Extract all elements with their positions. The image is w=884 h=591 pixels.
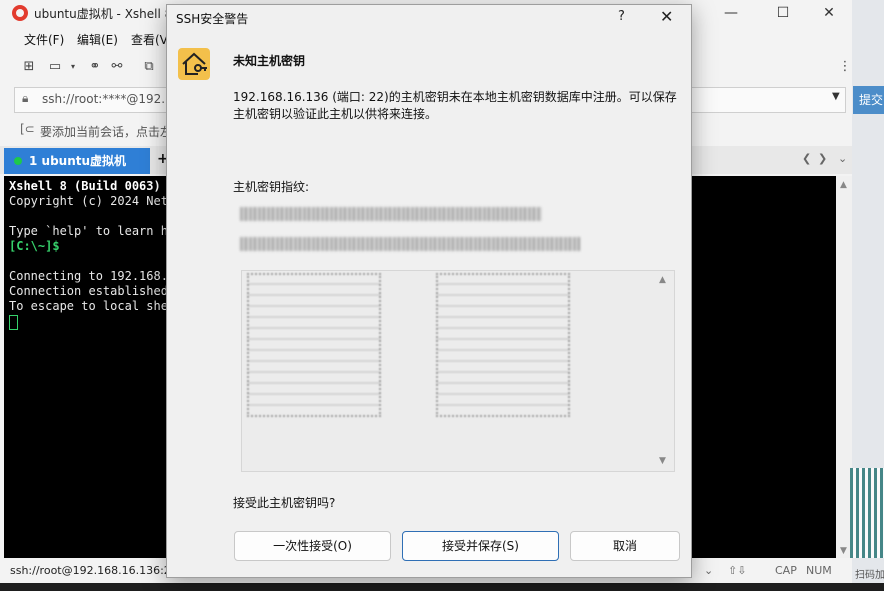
status-session: ssh://root@192.168.16.136:22 [10,564,178,577]
accept-once-button[interactable]: 一次性接受(O) [234,531,391,561]
taskbar [0,583,884,591]
new-session-icon[interactable]: ⊞ [20,59,38,75]
terminal-cursor [9,315,18,330]
chevron-down-icon[interactable]: ▾ [64,59,82,75]
cancel-button[interactable]: 取消 [570,531,680,561]
connect-icon[interactable]: ⚭ [86,59,104,75]
randomart-scrollbar[interactable] [657,271,673,469]
terminal-line: Connection established [9,284,168,298]
connected-status-icon [14,157,22,165]
dialog-title: SSH安全警告 [176,12,249,26]
scroll-up-icon[interactable]: ▲ [659,275,666,285]
accept-and-save-button[interactable]: 接受并保存(S) [402,531,559,561]
status-cap: CAP [775,564,797,577]
scroll-up-icon[interactable]: ▲ [840,180,847,190]
menu-file[interactable]: 文件(F) [24,31,64,48]
lock-icon: 🔒︎ [22,91,29,105]
add-session-icon[interactable]: [⊂ [20,122,35,136]
scroll-down-icon[interactable]: ▼ [840,546,847,556]
terminal-line: Connecting to 192.168.1 [9,269,176,283]
menu-edit[interactable]: 编辑(E) [77,31,118,48]
host-key-icon [178,48,210,80]
window-title: ubuntu虚拟机 - Xshell 8 ( [34,7,181,21]
help-button[interactable]: ? [618,9,625,24]
randomart-image [436,273,570,417]
terminal-line: Type `help' to learn ho [9,224,176,238]
terminal-line: Copyright (c) 2024 Net [9,194,168,208]
minimize-icon[interactable]: — [720,2,742,24]
terminal-line: Xshell 8 (Build 0063) [9,179,161,193]
qr-code-image [850,468,884,558]
xshell-logo-icon [12,5,28,21]
status-arrow-icon: ⌄ [704,564,714,577]
status-num: NUM [806,564,832,577]
tab-list-icon[interactable]: ⌄ [838,152,847,165]
address-dropdown-icon[interactable]: ▼ [832,91,840,102]
disconnect-icon[interactable]: ⚯ [108,59,126,75]
menu-view[interactable]: 查看(V [131,31,168,48]
connect-button[interactable]: 提交 [853,86,884,114]
tab-label: 1 ubuntu虚拟机 [29,154,127,168]
dialog-close-icon[interactable]: ✕ [660,7,673,26]
close-icon[interactable]: ✕ [818,2,840,24]
terminal-prompt: [C:\~]$ [9,239,60,253]
session-hint: 要添加当前会话，点击左 [40,125,173,139]
fingerprint-blurred [240,237,580,251]
upload-icon: ⇧⇩ [728,564,747,577]
open-folder-icon[interactable]: ▭ [46,59,64,75]
accept-question: 接受此主机密钥吗? [233,496,336,510]
scan-hint: 扫码加 [855,570,884,581]
dialog-heading: 未知主机密钥 [233,54,306,68]
tab-prev-icon[interactable]: ❮ [802,152,811,165]
maximize-icon[interactable]: ☐ [772,2,794,24]
dialog-message: 192.168.16.136 (端口: 22)的主机密钥未在本地主机密钥数据库中… [233,90,677,121]
address-input[interactable]: ssh://root:****@192.1 [42,92,173,106]
randomart-image [247,273,381,417]
copy-icon[interactable]: ⧉ [140,59,158,75]
terminal-line: To escape to local she [9,299,168,313]
scroll-down-icon[interactable]: ▼ [659,456,666,466]
fingerprint-blurred [240,207,542,221]
fingerprint-label: 主机密钥指纹: [233,180,310,194]
more-icon[interactable]: ⋮ [836,59,854,75]
tab-next-icon[interactable]: ❯ [818,152,827,165]
